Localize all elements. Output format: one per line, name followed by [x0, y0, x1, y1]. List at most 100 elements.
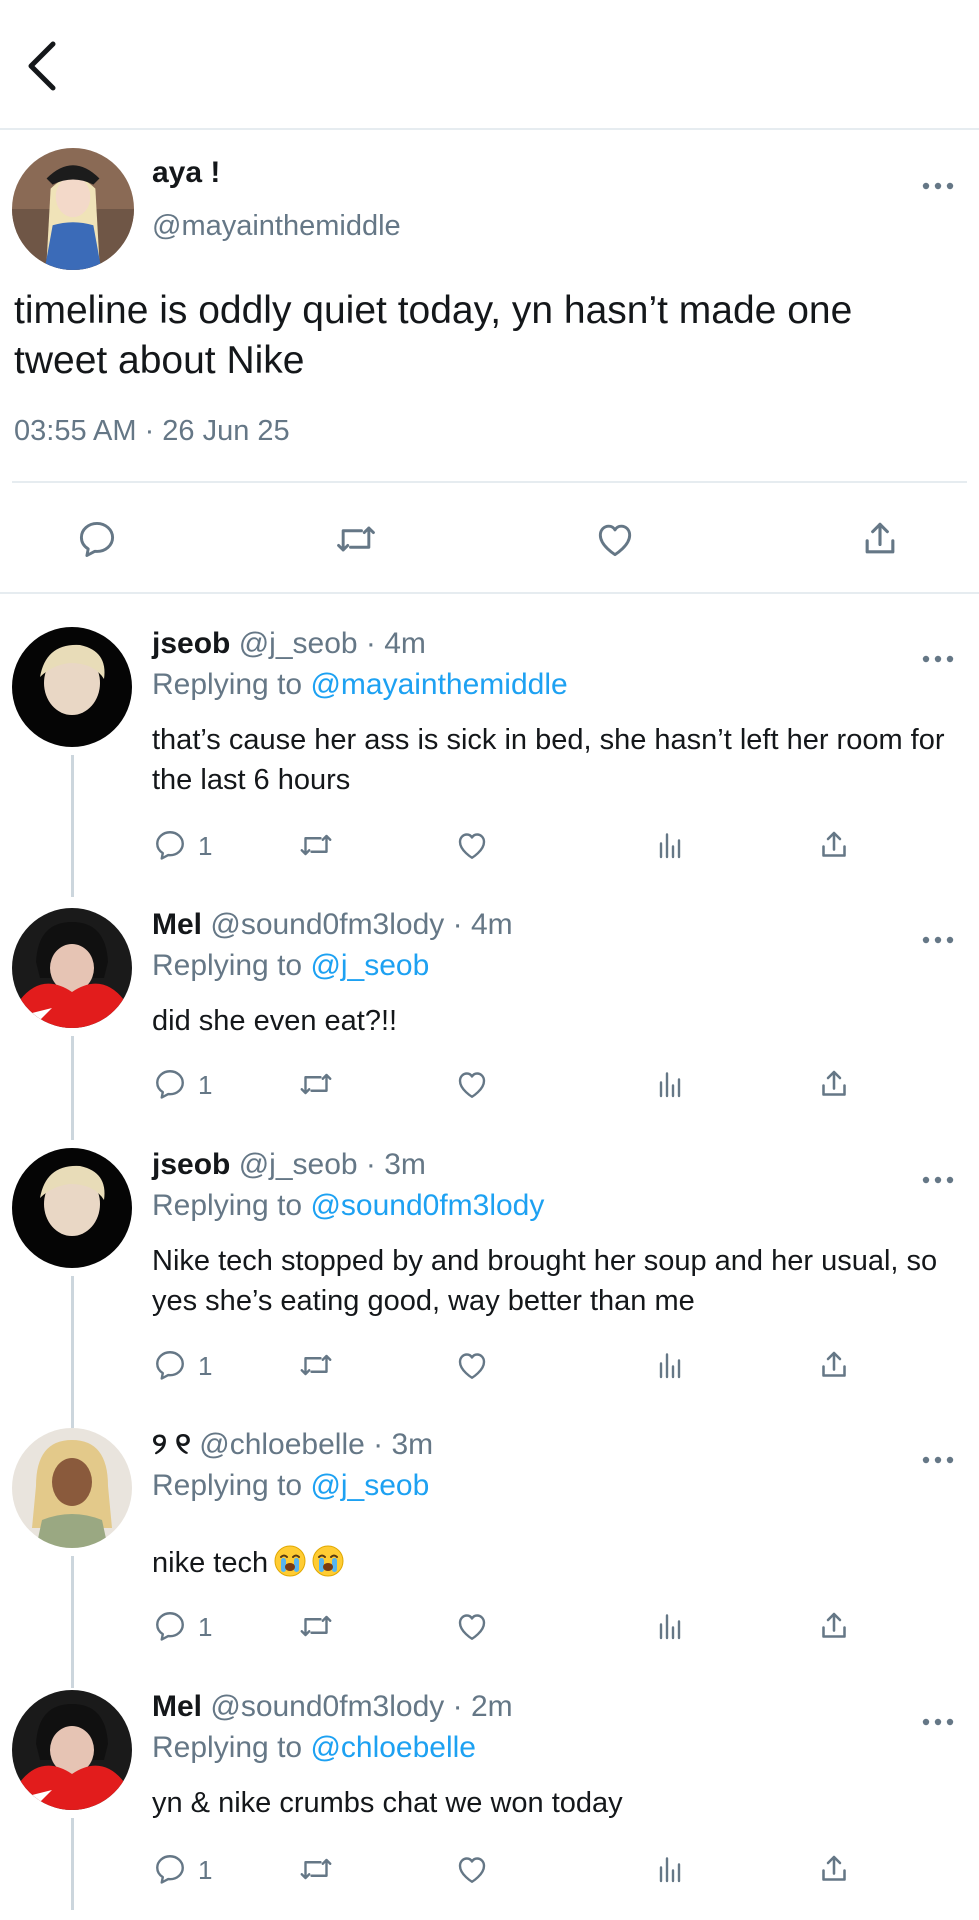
- retweet-icon: [298, 827, 334, 863]
- more-icon: [918, 1712, 958, 1732]
- author-name[interactable]: jseob: [152, 627, 230, 660]
- avatar[interactable]: [12, 1428, 132, 1548]
- loudly-crying-face-icon: [312, 1545, 344, 1577]
- author-name[interactable]: aya !: [152, 156, 220, 190]
- retweet-button[interactable]: [298, 1066, 334, 1102]
- replying-to: Replying to @j_seob: [152, 949, 430, 982]
- stats-button[interactable]: [652, 1066, 688, 1102]
- replying-to: Replying to @j_seob: [152, 1469, 430, 1502]
- share-button[interactable]: [816, 1066, 852, 1102]
- like-button[interactable]: [454, 1066, 490, 1102]
- divider: [12, 481, 967, 483]
- replying-to: Replying to @chloebelle: [152, 1731, 476, 1764]
- like-icon: [454, 827, 490, 863]
- stats-button[interactable]: [652, 1608, 688, 1644]
- reply-tweet[interactable]: ୨ ୧ @chloebelle · 3m Replying to @j_seob…: [0, 1428, 979, 1688]
- like-button[interactable]: [454, 827, 490, 863]
- reply-tweet[interactable]: Mel @sound0fm3lody · 4m Replying to @j_s…: [0, 908, 979, 1140]
- retweet-button[interactable]: [298, 1608, 334, 1644]
- author-meta: @sound0fm3lody · 4m: [210, 908, 513, 941]
- author-meta: @sound0fm3lody · 2m: [210, 1690, 513, 1723]
- tweet-timestamp: 03:55 AM · 26 Jun 25: [14, 415, 290, 447]
- like-button[interactable]: [593, 517, 637, 561]
- more-options-button[interactable]: [918, 176, 958, 196]
- reply-button[interactable]: [152, 1347, 188, 1383]
- retweet-button[interactable]: [298, 827, 334, 863]
- like-icon: [593, 517, 637, 561]
- reply-icon: [152, 827, 188, 863]
- stats-button[interactable]: [652, 827, 688, 863]
- retweet-icon: [298, 1851, 334, 1887]
- retweet-button[interactable]: [334, 517, 378, 561]
- stats-icon: [652, 1608, 688, 1644]
- action-bar: 1: [152, 827, 872, 867]
- reply-tweet[interactable]: jseob @j_seob · 3m Replying to @sound0fm…: [0, 1148, 979, 1428]
- reply-icon: [152, 1608, 188, 1644]
- thread-line: [71, 1556, 74, 1688]
- avatar[interactable]: [12, 148, 134, 270]
- retweet-icon: [298, 1608, 334, 1644]
- divider: [0, 592, 979, 594]
- share-button[interactable]: [816, 1608, 852, 1644]
- reply-icon: [152, 1347, 188, 1383]
- mention-link[interactable]: @j_seob: [310, 1469, 429, 1502]
- more-options-button[interactable]: [918, 1170, 958, 1190]
- action-bar: 1: [152, 1347, 872, 1387]
- stats-icon: [652, 1851, 688, 1887]
- like-button[interactable]: [454, 1851, 490, 1887]
- retweet-button[interactable]: [298, 1347, 334, 1383]
- action-bar: 1: [152, 1608, 872, 1648]
- reply-button[interactable]: [152, 827, 188, 863]
- reply-button[interactable]: [152, 1066, 188, 1102]
- avatar[interactable]: [12, 627, 132, 747]
- more-options-button[interactable]: [918, 930, 958, 950]
- reply-count: 1: [198, 1612, 213, 1642]
- like-button[interactable]: [454, 1608, 490, 1644]
- author-meta: @chloebelle · 3m: [199, 1428, 434, 1461]
- share-button[interactable]: [816, 1347, 852, 1383]
- like-button[interactable]: [454, 1347, 490, 1383]
- share-button[interactable]: [858, 517, 902, 561]
- share-button[interactable]: [816, 1851, 852, 1887]
- author-name[interactable]: Mel: [152, 1690, 202, 1723]
- stats-icon: [652, 1347, 688, 1383]
- action-bar: 1: [152, 1851, 872, 1891]
- author-name[interactable]: Mel: [152, 908, 202, 941]
- reply-tweet[interactable]: jseob @j_seob · 4m Replying to @mayainth…: [0, 627, 979, 897]
- stats-icon: [652, 827, 688, 863]
- reply-count: 1: [198, 1351, 213, 1381]
- author-name[interactable]: ୨ ୧: [152, 1428, 191, 1461]
- author-name[interactable]: jseob: [152, 1148, 230, 1181]
- more-options-button[interactable]: [918, 1712, 958, 1732]
- reply-button[interactable]: [152, 1851, 188, 1887]
- stats-button[interactable]: [652, 1851, 688, 1887]
- reply-text: did she even eat?!!: [152, 1005, 398, 1037]
- author-handle[interactable]: @mayainthemiddle: [152, 210, 401, 243]
- mention-link[interactable]: @mayainthemiddle: [310, 668, 567, 701]
- tweet-text: timeline is oddly quiet today, yn hasn’t…: [14, 289, 853, 382]
- reply-icon: [152, 1066, 188, 1102]
- back-button[interactable]: [22, 38, 62, 94]
- retweet-button[interactable]: [298, 1851, 334, 1887]
- replying-to: Replying to @sound0fm3lody: [152, 1189, 545, 1222]
- share-button[interactable]: [816, 827, 852, 863]
- avatar[interactable]: [12, 1690, 132, 1810]
- mention-link[interactable]: @j_seob: [310, 949, 429, 982]
- mention-link[interactable]: @chloebelle: [310, 1731, 476, 1764]
- reply-tweet[interactable]: Mel @sound0fm3lody · 2m Replying to @chl…: [0, 1690, 979, 1920]
- mention-link[interactable]: @sound0fm3lody: [310, 1189, 544, 1222]
- reply-button[interactable]: [75, 517, 119, 561]
- retweet-icon: [298, 1066, 334, 1102]
- like-icon: [454, 1851, 490, 1887]
- reply-button[interactable]: [152, 1608, 188, 1644]
- reply-count: 1: [198, 1070, 213, 1100]
- more-icon: [918, 176, 958, 196]
- thread-line: [71, 1276, 74, 1428]
- more-options-button[interactable]: [918, 649, 958, 669]
- avatar[interactable]: [12, 1148, 132, 1268]
- more-icon: [918, 1170, 958, 1190]
- more-options-button[interactable]: [918, 1450, 958, 1470]
- reply-text: that’s cause her ass is sick in bed, she…: [152, 724, 945, 796]
- stats-button[interactable]: [652, 1347, 688, 1383]
- avatar[interactable]: [12, 908, 132, 1028]
